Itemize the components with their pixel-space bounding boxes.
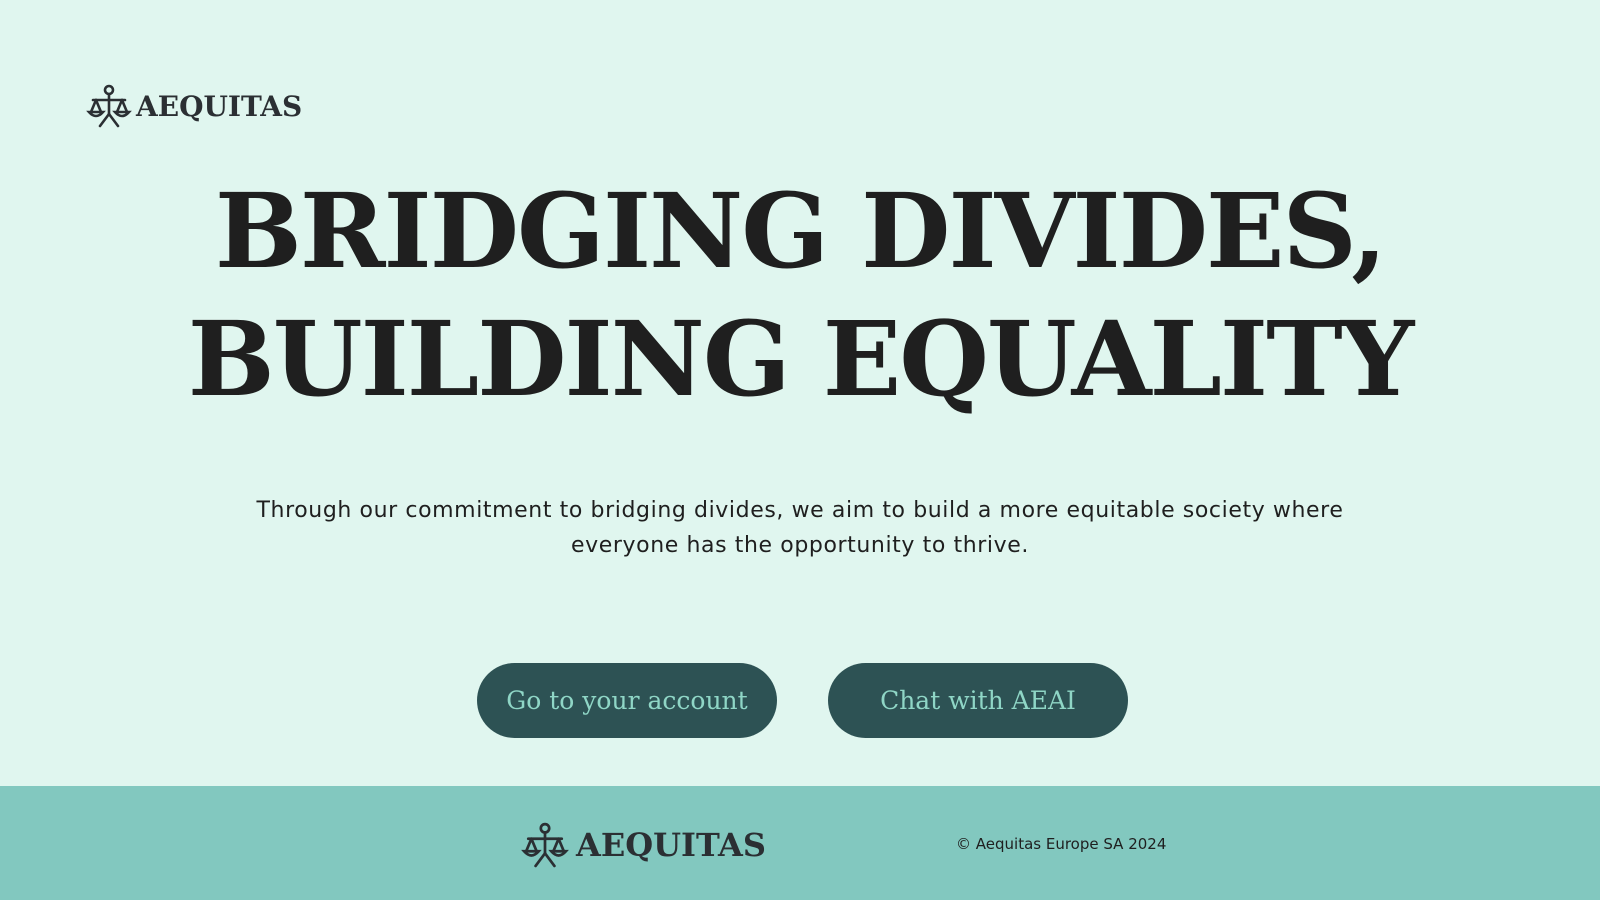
tagline-line-2: everyone has the opportunity to thrive. (571, 533, 1029, 558)
footer: AEQUITAS © Aequitas Europe SA 2024 (0, 786, 1600, 900)
hero-tagline: Through our commitment to bridging divid… (250, 493, 1350, 563)
chat-with-aeai-button[interactable]: Chat with AEAI (828, 663, 1128, 738)
copyright-text: © Aequitas Europe SA 2024 (956, 835, 1167, 853)
header-logo[interactable]: AEQUITAS (86, 84, 302, 128)
headline-line-2: BUILDING EQUALITY (187, 299, 1415, 420)
footer-brand-name: AEQUITAS (576, 826, 766, 864)
headline-line-1: BRIDGING DIVIDES, (214, 171, 1387, 292)
scales-of-justice-icon (521, 822, 569, 868)
go-to-account-button[interactable]: Go to your account (477, 663, 777, 738)
brand-name: AEQUITAS (136, 89, 303, 123)
footer-logo[interactable]: AEQUITAS (520, 822, 766, 868)
tagline-line-1: Through our commitment to bridging divid… (256, 498, 1344, 523)
scales-of-justice-icon (86, 84, 132, 128)
hero-headline: BRIDGING DIVIDES, BUILDING EQUALITY (0, 168, 1600, 424)
landing-page: AEQUITAS BRIDGING DIVIDES, BUILDING EQUA… (0, 0, 1600, 900)
